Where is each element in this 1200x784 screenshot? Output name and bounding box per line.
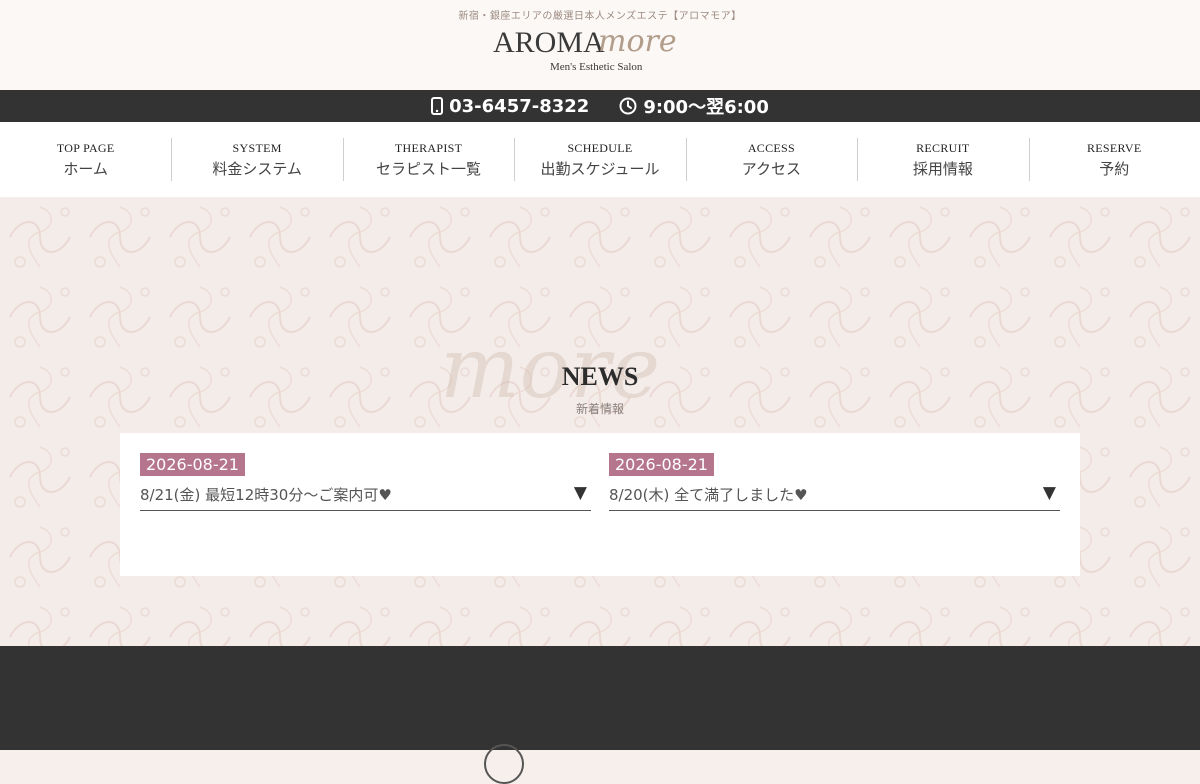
business-hours: 9:00〜翌6:00 xyxy=(619,93,769,119)
contact-bar: 03-6457-8322 9:00〜翌6:00 xyxy=(0,90,1200,122)
phone-link[interactable]: 03-6457-8322 xyxy=(431,96,589,117)
chevron-down-icon[interactable]: ▼ xyxy=(1043,483,1056,503)
phone-icon xyxy=(431,97,444,115)
chevron-down-icon[interactable]: ▼ xyxy=(574,483,587,503)
nav-item-jp-label: ホーム xyxy=(63,159,108,178)
logo-subtitle: Men's Esthetic Salon xyxy=(550,61,643,73)
nav-item-en-label: RESERVE xyxy=(1087,140,1142,155)
news-date-badge: 2026-08-21 xyxy=(609,453,714,476)
news-subtitle: 新着情報 xyxy=(575,402,624,416)
nav-item-jp-label: 料金システム xyxy=(212,159,302,178)
news-item[interactable]: 2026-08-21 8/21(金) 最短12時30分〜ご案内可♥ ▼ xyxy=(140,453,591,511)
logo-main-text: AROMA xyxy=(493,26,605,59)
clock-icon xyxy=(619,97,637,115)
news-list: 2026-08-21 8/21(金) 最短12時30分〜ご案内可♥ ▼ 2026… xyxy=(120,433,1080,576)
nav-item-en-label: TOP PAGE xyxy=(56,140,115,155)
news-section: more NEWS 新着情報 2026-08-21 8/21(金) 最短12時3… xyxy=(0,197,1200,646)
news-title: NEWS xyxy=(561,362,639,391)
site-logo[interactable]: AROMA more Men's Esthetic Salon xyxy=(490,24,720,78)
nav-item-access[interactable]: ACCESS アクセス xyxy=(685,122,857,197)
nav-item-top-page[interactable]: TOP PAGE ホーム xyxy=(0,122,171,197)
news-item-text: 8/20(木) 全て満了しました♥ xyxy=(609,486,808,504)
news-item-text: 8/21(金) 最短12時30分〜ご案内可♥ xyxy=(140,486,392,504)
nav-item-jp-label: アクセス xyxy=(741,159,802,178)
nav-item-en-label: RECRUIT xyxy=(916,140,970,155)
nav-item-recruit[interactable]: RECRUIT 採用情報 xyxy=(857,122,1028,197)
nav-item-en-label: ACCESS xyxy=(747,140,795,155)
nav-item-therapist[interactable]: THERAPIST セラピスト一覧 xyxy=(342,122,514,197)
logo-script-text: more xyxy=(598,24,677,59)
header-tagline: 新宿・銀座エリアの厳選日本人メンズエステ【アロマモア】 xyxy=(458,11,742,22)
nav-item-reserve[interactable]: RESERVE 予約 xyxy=(1028,122,1200,197)
nav-item-en-label: SYSTEM xyxy=(232,140,282,155)
footer-logo xyxy=(484,744,524,784)
main-navigation: TOP PAGE ホーム SYSTEM 料金システム THERAPIST セラピ… xyxy=(0,122,1200,197)
phone-number: 03-6457-8322 xyxy=(449,95,590,117)
nav-item-jp-label: セラピスト一覧 xyxy=(376,159,482,178)
background-pattern xyxy=(0,197,1200,646)
nav-item-en-label: THERAPIST xyxy=(394,140,463,155)
site-footer xyxy=(0,646,1200,784)
site-header: 新宿・銀座エリアの厳選日本人メンズエステ【アロマモア】 AROMA more M… xyxy=(0,0,1200,90)
nav-item-system[interactable]: SYSTEM 料金システム xyxy=(171,122,342,197)
nav-item-schedule[interactable]: SCHEDULE 出勤スケジュール xyxy=(514,122,685,197)
news-item[interactable]: 2026-08-21 8/20(木) 全て満了しました♥ ▼ xyxy=(609,453,1060,511)
hours-text: 9:00〜翌6:00 xyxy=(643,97,769,118)
nav-item-jp-label: 予約 xyxy=(1099,159,1130,178)
nav-item-jp-label: 出勤スケジュール xyxy=(540,159,660,178)
news-date-badge: 2026-08-21 xyxy=(140,453,245,476)
nav-item-jp-label: 採用情報 xyxy=(912,159,973,178)
nav-item-en-label: SCHEDULE xyxy=(567,140,633,155)
